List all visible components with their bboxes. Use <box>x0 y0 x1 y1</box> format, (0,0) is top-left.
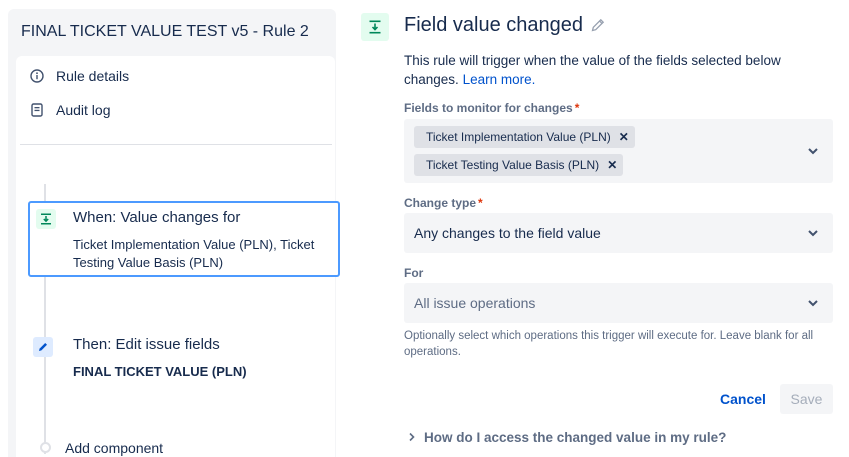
chevron-down-icon <box>807 294 819 312</box>
fields-label: Fields to monitor for changes * <box>404 101 579 115</box>
save-button[interactable]: Save <box>780 384 833 414</box>
cancel-button[interactable]: Cancel <box>712 384 774 414</box>
document-icon <box>30 103 44 117</box>
rule-details-link[interactable]: Rule details <box>30 68 129 84</box>
field-tag: Ticket Testing Value Basis (PLN) ✕ <box>414 154 624 176</box>
change-type-label: Change type * <box>404 196 483 210</box>
fields-label-text: Fields to monitor for changes <box>404 101 573 115</box>
audit-log-label: Audit log <box>56 102 111 118</box>
edit-title-pencil-icon[interactable] <box>590 17 606 38</box>
for-label: For <box>404 266 424 280</box>
help-expander[interactable]: How do I access the changed value in my … <box>408 430 726 445</box>
trigger-description-text: This rule will trigger when the value of… <box>404 51 824 89</box>
divider <box>20 144 332 145</box>
field-tag-label: Ticket Implementation Value (PLN) <box>426 130 611 144</box>
learn-more-link[interactable]: Learn more. <box>463 72 536 87</box>
rule-sidebar: FINAL TICKET VALUE TEST v5 - Rule 2 Rule… <box>8 9 340 457</box>
field-tag-label: Ticket Testing Value Basis (PLN) <box>426 158 600 172</box>
operations-select[interactable]: All issue operations <box>404 283 833 323</box>
add-component-dot-icon <box>40 442 51 453</box>
remove-tag-icon[interactable]: ✕ <box>607 158 617 172</box>
change-type-select[interactable]: Any changes to the field value <box>404 213 833 253</box>
field-changed-icon <box>36 209 56 229</box>
change-type-value: Any changes to the field value <box>414 225 601 241</box>
field-changed-icon <box>361 13 389 41</box>
fields-multiselect[interactable]: Ticket Implementation Value (PLN) ✕ Tick… <box>404 119 833 183</box>
info-icon <box>30 69 44 83</box>
change-type-label-text: Change type <box>404 196 477 210</box>
operations-placeholder: All issue operations <box>414 295 536 311</box>
page-title: Field value changed <box>404 14 584 36</box>
operations-helper-text: Optionally select which operations this … <box>404 330 814 358</box>
field-tag: Ticket Implementation Value (PLN) ✕ <box>414 126 635 148</box>
action-title[interactable]: Then: Edit issue fields <box>73 336 220 353</box>
description-text: This rule will trigger when the value of… <box>404 53 781 87</box>
add-component-button[interactable]: Add component <box>65 440 163 456</box>
rule-details-label: Rule details <box>56 68 130 84</box>
chevron-down-icon <box>807 142 819 160</box>
rule-components-card: Rule details Audit log When: Value chang… <box>16 56 340 457</box>
chevron-right-icon <box>408 430 416 445</box>
audit-log-link[interactable]: Audit log <box>30 102 110 118</box>
help-expander-label: How do I access the changed value in my … <box>424 430 727 445</box>
trigger-description: Ticket Implementation Value (PLN), Ticke… <box>73 237 315 270</box>
pencil-icon <box>33 337 53 357</box>
remove-tag-icon[interactable]: ✕ <box>619 130 629 144</box>
trigger-title: When: Value changes for <box>73 209 241 226</box>
rule-title: FINAL TICKET VALUE TEST v5 - Rule 2 <box>21 23 309 40</box>
action-subtitle: FINAL TICKET VALUE (PLN) <box>73 364 247 379</box>
required-marker: * <box>478 196 483 210</box>
trigger-component[interactable]: When: Value changes for Ticket Implement… <box>28 201 340 277</box>
required-marker: * <box>574 101 580 115</box>
chevron-down-icon <box>807 224 819 242</box>
